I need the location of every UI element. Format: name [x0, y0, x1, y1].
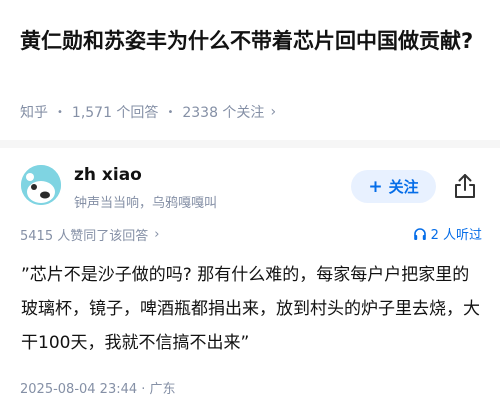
- plus-icon: +: [368, 176, 383, 197]
- avatar[interactable]: [21, 165, 61, 205]
- source-label: 知乎: [20, 105, 48, 121]
- answer-content[interactable]: ”芯片不是沙子做的吗? 那有什么难的，每家每户户把家里的玻璃杯，镜子，啤酒瓶都捐…: [21, 258, 483, 360]
- chevron-right-icon: ›: [154, 227, 160, 242]
- meta-separator-dot: •: [57, 106, 63, 118]
- answer-stats[interactable]: 5415 人赞同了该回答 ›: [20, 225, 159, 244]
- vote-count: 5415 人赞同了该回答: [20, 229, 149, 244]
- headphones-icon: [413, 227, 426, 240]
- follower-count: 2338 个关注: [182, 105, 265, 121]
- author-name[interactable]: zh xiao: [74, 165, 142, 185]
- listen-count: 2 人听过: [430, 228, 482, 243]
- follow-label: 关注: [388, 178, 419, 196]
- chevron-right-icon: ›: [270, 104, 277, 120]
- question-title[interactable]: 黄仁勋和苏姿丰为什么不带着芯片回中国做贡献?: [20, 22, 485, 60]
- follow-button[interactable]: + 关注: [351, 170, 436, 203]
- meta-separator-dot: •: [167, 106, 174, 118]
- author-bio: 钟声当当响，乌鸦嘎嘎叫: [74, 196, 218, 211]
- answer-datetime: 2025-08-04 23:44 · 广东: [20, 382, 176, 397]
- answer-count: 1,571 个回答: [71, 105, 159, 121]
- section-divider: [0, 140, 500, 148]
- share-icon[interactable]: [452, 172, 478, 200]
- question-meta[interactable]: 知乎 • 1,571 个回答 • 2338 个关注 ›: [20, 102, 276, 122]
- listen-button[interactable]: 2 人听过: [413, 224, 482, 243]
- answer-page: 黄仁勋和苏姿丰为什么不带着芯片回中国做贡献? 知乎 • 1,571 个回答 • …: [0, 0, 500, 406]
